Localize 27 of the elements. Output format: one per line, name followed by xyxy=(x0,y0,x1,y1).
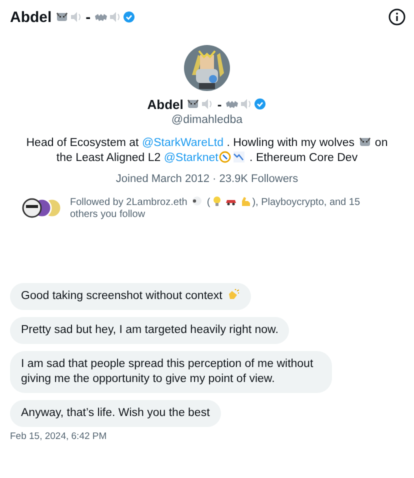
speaker-icon xyxy=(108,11,121,23)
header-name: Abdel xyxy=(10,8,52,26)
speaker-icon xyxy=(240,98,252,110)
name-separator: - xyxy=(86,8,91,26)
name-separator: - xyxy=(217,96,222,112)
arm-icon xyxy=(239,195,252,207)
speaker-icon xyxy=(70,11,82,23)
message-bubble: Anyway, that’s life. Wish you the best xyxy=(10,400,221,427)
profile-bio: Head of Ecosystem at @StarkWareLtd . Howling with my wolves on the Least Aligned L2 @Starknet . Ethereum Core Dev xyxy=(25,136,389,166)
chart-icon xyxy=(233,151,246,163)
mention-link[interactable]: @StarkWareLtd xyxy=(142,137,224,149)
mention-link[interactable]: @Starknet xyxy=(164,152,218,164)
info-icon[interactable] xyxy=(388,8,406,26)
profile-name: Abdel xyxy=(147,96,184,112)
followed-by-text: Followed by 2Lambroz.eth ( ), Playboycrypto, and 15 others you follow xyxy=(70,195,362,221)
wolf-icon xyxy=(56,11,68,23)
wolf-icon xyxy=(187,98,200,110)
bulb-icon xyxy=(211,195,224,207)
speaker-icon xyxy=(201,98,214,110)
wolf-icon xyxy=(358,136,371,148)
profile-stats: Joined March 2012 · 23.9K Followers xyxy=(116,173,298,185)
message-bubble: Good taking screenshot without context xyxy=(10,283,251,310)
profile-handle: @dimahledba xyxy=(171,114,243,126)
message-bubble: I am sad that people spread this perception of me without giving me the opportunity to give my point of view. xyxy=(10,351,332,393)
message-timestamp: Feb 15, 2024, 6:42 PM xyxy=(10,431,108,442)
message-bubble: Pretty sad but hey, I am targeted heavily right now. xyxy=(10,317,290,344)
compass-icon xyxy=(219,151,232,163)
